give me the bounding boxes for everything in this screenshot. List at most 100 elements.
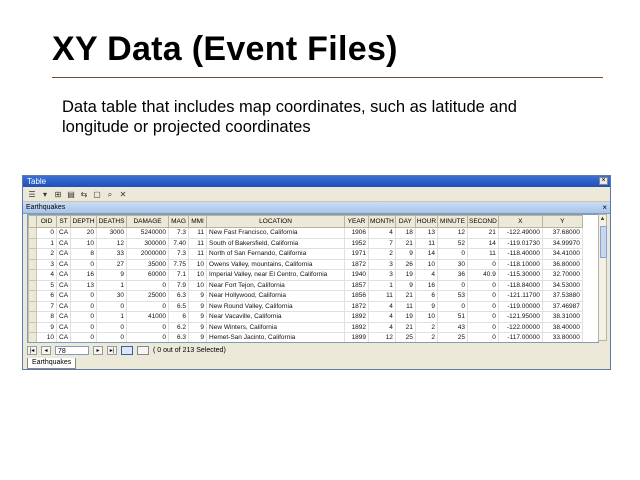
table-cell[interactable]: 1 xyxy=(368,279,396,291)
table-cell[interactable]: 11 xyxy=(188,248,208,260)
zoom-to-selected-icon[interactable]: ⌕ xyxy=(105,190,115,199)
table-cell[interactable]: 0 xyxy=(96,321,128,333)
table-cell[interactable]: 37.68000 xyxy=(541,227,583,239)
first-record-button[interactable]: |◂ xyxy=(27,345,37,355)
table-cell[interactable]: Owens Valley, mountains, California xyxy=(206,258,346,270)
table-cell[interactable]: 1892 xyxy=(344,311,370,323)
table-cell[interactable]: 12 xyxy=(368,332,396,342)
table-row[interactable]: 9 CA 0 0 0 6.2 9 New Winters, California 1892 4 21… xyxy=(28,321,583,333)
table-cell[interactable]: 41000 xyxy=(126,311,170,323)
table-cell[interactable]: 16 xyxy=(414,279,439,291)
table-cell[interactable]: CA xyxy=(55,248,72,260)
table-cell[interactable]: CA xyxy=(55,279,72,291)
table-cell[interactable]: 34.53000 xyxy=(541,279,583,291)
table-row[interactable]: 2 CA 8 33 2000000 7.3 11 North of San Fernando,… xyxy=(28,248,583,260)
table-cell[interactable]: 9 xyxy=(188,290,208,302)
table-cell[interactable]: CA xyxy=(55,269,72,281)
dropdown-icon[interactable]: ▾ xyxy=(40,190,50,199)
table-cell[interactable]: 7.3 xyxy=(168,248,190,260)
table-cell[interactable]: Imperial Valley, near El Centro, Califor… xyxy=(206,269,346,281)
table-cell[interactable]: 6.2 xyxy=(168,321,190,333)
table-cell[interactable]: 300000 xyxy=(126,237,170,249)
table-cell[interactable]: 7.75 xyxy=(168,258,190,270)
table-cell[interactable]: 21 xyxy=(394,290,416,302)
table-row[interactable]: 0 CA 20 3000 5240000 7.3 11 New Fast Francisco,… xyxy=(28,227,583,239)
table-cell[interactable]: 10 xyxy=(414,258,439,270)
column-header-minute[interactable]: MINUTE xyxy=(437,215,469,228)
table-cell[interactable]: 36 xyxy=(437,269,469,281)
table-row[interactable]: 10 CA 0 0 0 6.3 9 Hemet-San Jacinto, California… xyxy=(28,332,583,342)
table-cell[interactable]: 30 xyxy=(96,290,128,302)
table-cell[interactable]: CA xyxy=(55,311,72,323)
table-cell[interactable]: 7.1 xyxy=(168,269,190,281)
row-selector[interactable] xyxy=(28,279,37,291)
table-cell[interactable]: 11 xyxy=(188,227,208,239)
table-cell[interactable]: 0 xyxy=(126,332,170,342)
table-cell[interactable]: 3 xyxy=(368,269,396,281)
table-cell[interactable]: 0 xyxy=(467,300,499,312)
table-cell[interactable]: 0 xyxy=(70,311,98,323)
clear-selection-icon[interactable]: ▢ xyxy=(92,190,102,199)
table-cell[interactable]: 10 xyxy=(188,269,208,281)
table-cell[interactable]: 1872 xyxy=(344,258,370,270)
table-cell[interactable]: -117.00000 xyxy=(497,332,543,342)
row-selector[interactable] xyxy=(28,311,37,323)
table-cell[interactable]: 6 xyxy=(36,290,57,302)
column-header-depth[interactable]: DEPTH xyxy=(70,215,98,228)
row-selector[interactable] xyxy=(28,269,37,281)
table-cell[interactable]: 0 xyxy=(70,300,98,312)
previous-record-button[interactable]: ◂ xyxy=(41,345,51,355)
table-cell[interactable]: 20 xyxy=(70,227,98,239)
column-header-y[interactable]: Y xyxy=(541,215,583,228)
table-cell[interactable]: 2 xyxy=(414,332,439,342)
table-cell[interactable]: 7 xyxy=(368,237,396,249)
table-cell[interactable]: 10 xyxy=(414,311,439,323)
table-cell[interactable]: 9 xyxy=(414,300,439,312)
table-cell[interactable]: New Fast Francisco, California xyxy=(206,227,346,239)
table-cell[interactable]: 0 xyxy=(126,300,170,312)
table-cell[interactable]: CA xyxy=(55,321,72,333)
table-cell[interactable]: 0 xyxy=(70,321,98,333)
table-cell[interactable]: 0 xyxy=(96,300,128,312)
table-cell[interactable]: 4 xyxy=(368,300,396,312)
table-cell[interactable]: -119.00000 xyxy=(497,300,543,312)
table-cell[interactable]: 9 xyxy=(188,311,208,323)
record-number-field[interactable]: 78 xyxy=(55,345,89,355)
show-selected-records-button[interactable] xyxy=(137,345,149,355)
table-cell[interactable]: 1856 xyxy=(344,290,370,302)
column-header-mag[interactable]: MAG xyxy=(168,215,190,228)
row-selector[interactable] xyxy=(28,321,37,333)
table-cell[interactable]: 1872 xyxy=(344,300,370,312)
table-cell[interactable]: 36.80000 xyxy=(541,258,583,270)
table-cell[interactable]: 12 xyxy=(96,237,128,249)
delete-selected-icon[interactable]: ✕ xyxy=(118,190,128,199)
table-cell[interactable]: 1 xyxy=(36,237,57,249)
table-cell[interactable]: 53 xyxy=(437,290,469,302)
table-cell[interactable]: 2 xyxy=(414,321,439,333)
table-cell[interactable]: 8 xyxy=(70,248,98,260)
table-cell[interactable]: 7.40 xyxy=(168,237,190,249)
table-cell[interactable]: -122.49000 xyxy=(497,227,543,239)
table-cell[interactable]: 37.53880 xyxy=(541,290,583,302)
table-cell[interactable]: 27 xyxy=(96,258,128,270)
table-cell[interactable]: Near Hollywood, California xyxy=(206,290,346,302)
column-header-x[interactable]: X xyxy=(497,215,543,228)
table-cell[interactable]: 33 xyxy=(96,248,128,260)
switch-selection-icon[interactable]: ⇆ xyxy=(79,190,89,199)
column-header-deaths[interactable]: DEATHS xyxy=(96,215,128,228)
table-cell[interactable]: 6.3 xyxy=(168,290,190,302)
table-cell[interactable]: 19 xyxy=(394,269,416,281)
table-cell[interactable]: 52 xyxy=(437,237,469,249)
next-record-button[interactable]: ▸ xyxy=(93,345,103,355)
table-cell[interactable]: 1892 xyxy=(344,321,370,333)
table-cell[interactable]: 60000 xyxy=(126,269,170,281)
table-cell[interactable]: 13 xyxy=(414,227,439,239)
table-row[interactable]: 5 CA 13 1 0 7.9 10 Near Fort Tejon, California 1… xyxy=(28,279,583,291)
table-cell[interactable]: 9 xyxy=(36,321,57,333)
table-cell[interactable]: 4 xyxy=(368,321,396,333)
table-cell[interactable]: 3 xyxy=(36,258,57,270)
show-all-records-button[interactable] xyxy=(121,345,133,355)
row-selector[interactable] xyxy=(28,332,37,342)
table-cell[interactable]: 0 xyxy=(437,279,469,291)
table-cell[interactable]: 21 xyxy=(394,321,416,333)
